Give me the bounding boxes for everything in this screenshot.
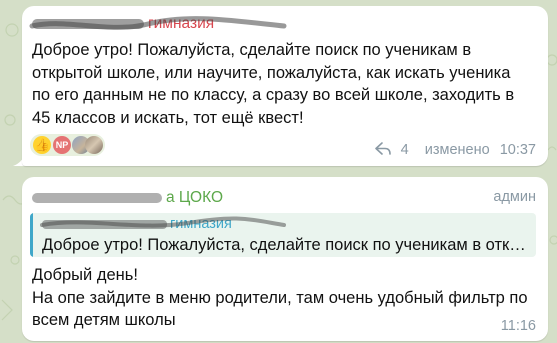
- admin-badge: админ: [493, 189, 536, 205]
- avatar: NP: [53, 136, 71, 154]
- edited-label: изменено: [424, 142, 490, 158]
- reply-text: Доброе утро! Пожалуйста, сделайте поиск …: [42, 236, 526, 254]
- reply-quote[interactable]: гимназия Доброе утро! Пожалуйста, сделай…: [30, 213, 536, 257]
- redacted-name: [42, 219, 167, 229]
- forward-icon: [374, 142, 391, 155]
- message-time: 10:37: [499, 142, 536, 158]
- message-bubble-2[interactable]: а ЦОКО админ гимназия Доброе утро! Пожал…: [22, 177, 548, 341]
- message-meta: 11:16: [495, 318, 536, 334]
- message-text: Доброе утро! Пожалуйста, сделайте поиск …: [32, 41, 515, 127]
- reactions-bar[interactable]: 👍 NP: [30, 134, 105, 156]
- redacted-name: [32, 18, 144, 29]
- reply-accent-bar: [30, 213, 33, 257]
- message-sender[interactable]: а ЦОКО: [32, 189, 223, 207]
- avatar: [85, 136, 103, 154]
- message-text: Добрый день! На опе зайдите в меню родит…: [32, 266, 528, 329]
- thumbs-up-icon: 👍: [33, 136, 51, 154]
- forward-count: 4: [400, 142, 409, 158]
- reply-author: гимназия: [42, 216, 232, 232]
- message-sender[interactable]: гимназия: [32, 15, 214, 33]
- message-meta: 4 изменено 10:37: [374, 142, 536, 158]
- message-time: 11:16: [500, 318, 536, 334]
- redacted-name: [32, 192, 162, 203]
- message-bubble-1[interactable]: гимназия Доброе утро! Пожалуйста, сделай…: [22, 6, 548, 166]
